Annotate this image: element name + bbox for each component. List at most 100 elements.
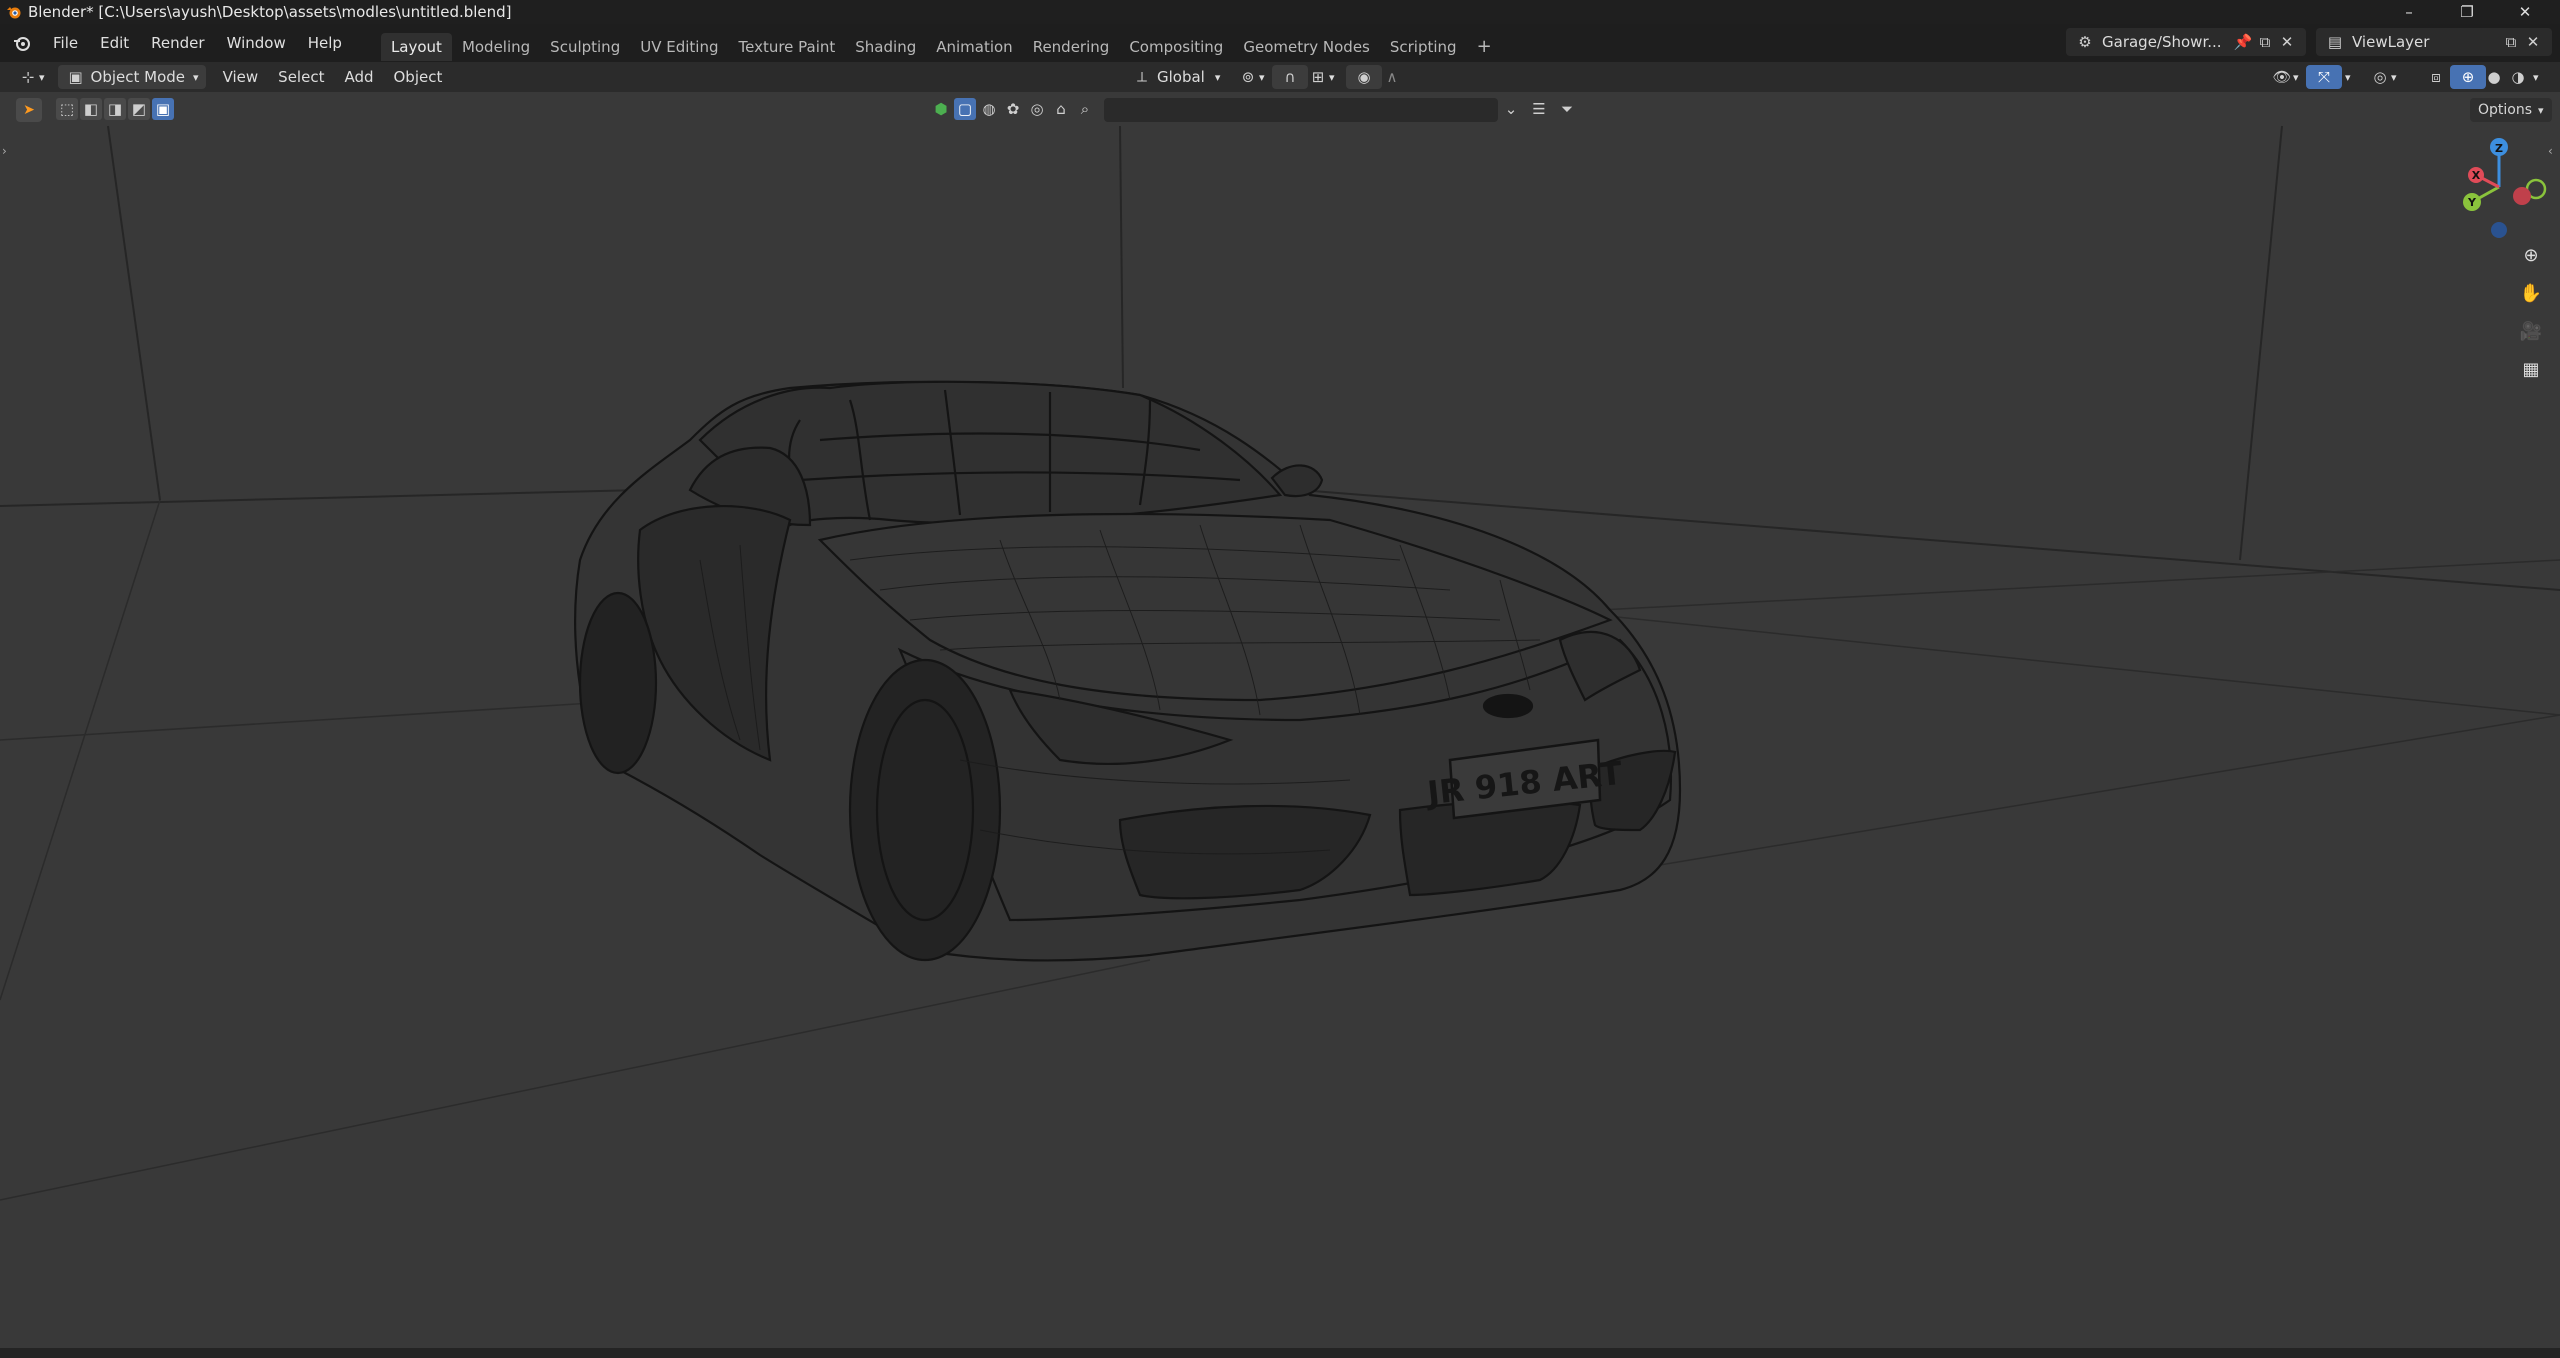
window-title-text: Blender* [C:\Users\ayush\Desktop\assets\…: [28, 3, 512, 21]
select-extend-icon[interactable]: ◧: [80, 98, 102, 120]
xray-toggle[interactable]: ⧈: [2418, 65, 2454, 89]
menu-object[interactable]: Object: [387, 65, 450, 89]
ortho-grid-icon: ▦: [2522, 358, 2540, 380]
object-mode-dropdown[interactable]: ▣ Object Mode ▾: [57, 65, 206, 89]
tab-compositing[interactable]: Compositing: [1119, 33, 1233, 61]
3d-viewport[interactable]: JR 918 ART ➤ ⬚ ◧ ◨ ◩ ▣ ⬢ ▢ ◍ ✿ ◎ ⌂ ⌕ ⌄ ☰…: [0, 92, 2560, 1348]
tab-sculpting[interactable]: Sculpting: [540, 33, 630, 61]
snap-increment-icon: ⊞: [1311, 68, 1325, 86]
proportional-icon: ◉: [1357, 68, 1371, 86]
menu-render[interactable]: Render: [140, 24, 215, 62]
scene-selector[interactable]: ⚙ Garage/Showr... 📌 ⧉ ✕: [2066, 28, 2306, 56]
proportional-falloff-dropdown[interactable]: ∧: [1374, 65, 1410, 89]
transform-orientation-dropdown[interactable]: ⟂ Global ▾: [1124, 65, 1227, 89]
cursor-arrow-icon: ➤: [23, 102, 35, 118]
object-mode-label: Object Mode: [90, 68, 186, 86]
sort-icon[interactable]: ☰: [1528, 98, 1550, 120]
tab-animation[interactable]: Animation: [926, 33, 1022, 61]
new-view-layer-icon[interactable]: ⧉: [2500, 31, 2522, 53]
material-filter-icon[interactable]: ◍: [978, 98, 1000, 120]
menu-help[interactable]: Help: [297, 24, 353, 62]
ortho-toggle-button[interactable]: ▦: [2516, 354, 2546, 384]
car-wireframe: [574, 380, 1682, 962]
scene-name: Garage/Showr...: [2102, 33, 2222, 51]
minimize-button[interactable]: –: [2382, 0, 2436, 24]
menu-add[interactable]: Add: [337, 65, 380, 89]
shading-dropdown[interactable]: ▾: [2526, 65, 2546, 89]
select-box-tool-icon[interactable]: ⬚: [56, 98, 78, 120]
new-scene-icon[interactable]: ⧉: [2254, 31, 2276, 53]
tab-geometry-nodes[interactable]: Geometry Nodes: [1233, 33, 1380, 61]
options-label: Options: [2478, 102, 2533, 118]
menu-view[interactable]: View: [216, 65, 266, 89]
tab-modeling[interactable]: Modeling: [452, 33, 540, 61]
object-mode-icon: ▣: [68, 68, 83, 86]
close-window-button[interactable]: ✕: [2498, 0, 2552, 24]
gizmo-y-label: Y: [2467, 196, 2477, 209]
orientation-icon: ⟂: [1136, 68, 1147, 86]
visibility-dropdown[interactable]: 👁 ▾: [2264, 65, 2306, 89]
tab-shading[interactable]: Shading: [845, 33, 926, 61]
add-workspace-button[interactable]: +: [1467, 33, 1502, 61]
pivot-point-dropdown[interactable]: ⊚ ▾: [1230, 65, 1272, 89]
mesh-filter-icon[interactable]: ⬢: [930, 98, 952, 120]
zoom-icon: ⊕: [2523, 244, 2539, 266]
editor-type-button[interactable]: ⊹ ▾: [10, 65, 52, 89]
select-subtract-icon[interactable]: ◨: [104, 98, 126, 120]
hand-pan-icon: ✋: [2519, 282, 2543, 304]
light-filter-icon[interactable]: ✿: [1002, 98, 1024, 120]
gizmo-icon: ⤧: [2317, 68, 2330, 86]
toolbar-expand-icon[interactable]: ›: [2, 144, 7, 158]
remove-scene-icon[interactable]: ✕: [2276, 31, 2298, 53]
remove-view-layer-icon[interactable]: ✕: [2522, 31, 2544, 53]
chevron-down-icon: ▾: [193, 70, 199, 84]
snap-target-dropdown[interactable]: ⊞ ▾: [1300, 65, 1342, 89]
scene-icon: ⚙: [2078, 33, 2092, 51]
menu-file[interactable]: File: [42, 24, 89, 62]
pan-view-button[interactable]: ✋: [2516, 278, 2546, 308]
gizmo-z-label: Z: [2495, 142, 2503, 155]
xray-icon: ⧈: [2431, 68, 2441, 86]
tab-layout[interactable]: Layout: [380, 33, 452, 61]
filter-controls: ⌄ ☰ ⏷: [1500, 98, 1578, 120]
camera-view-icon: 🎥: [2519, 320, 2543, 342]
world-filter-icon[interactable]: ◎: [1026, 98, 1048, 120]
object-type-filter-group: ⬢ ▢ ◍ ✿ ◎ ⌂ ⌕: [930, 98, 1096, 120]
restore-button[interactable]: ❐: [2440, 0, 2494, 24]
overlays-toggle[interactable]: ◎ ▾: [2362, 65, 2404, 89]
menu-window[interactable]: Window: [216, 24, 297, 62]
eye-icon: 👁: [2272, 68, 2292, 86]
filter-dropdown-icon[interactable]: ⌄: [1500, 98, 1522, 120]
view-layer-selector[interactable]: ▤ ViewLayer ⧉ ✕: [2316, 28, 2552, 56]
gizmo-x-label: X: [2472, 169, 2481, 182]
window-title: Blender* [C:\Users\ayush\Desktop\assets\…: [6, 3, 512, 21]
image-filter-icon[interactable]: ⌂: [1050, 98, 1072, 120]
top-bar: File Edit Render Window Help Layout Mode…: [0, 24, 2560, 62]
tab-uv-editing[interactable]: UV Editing: [630, 33, 728, 61]
tab-rendering[interactable]: Rendering: [1023, 33, 1120, 61]
magnet-icon: ∩: [1284, 68, 1296, 86]
select-invert-icon[interactable]: ◩: [128, 98, 150, 120]
menu-select[interactable]: Select: [271, 65, 331, 89]
filter-icon[interactable]: ⏷: [1556, 98, 1578, 120]
tab-scripting[interactable]: Scripting: [1380, 33, 1467, 61]
tab-texture-paint[interactable]: Texture Paint: [728, 33, 845, 61]
zoom-view-button[interactable]: ⊕: [2516, 240, 2546, 270]
view-layer-name: ViewLayer: [2352, 33, 2430, 51]
navigation-gizmo[interactable]: Z Y X: [2444, 132, 2554, 242]
falloff-icon: ∧: [1386, 68, 1398, 86]
select-tool-button[interactable]: ➤: [16, 98, 42, 122]
options-dropdown[interactable]: Options ▾: [2470, 98, 2552, 122]
menu-edit[interactable]: Edit: [89, 24, 140, 62]
select-intersect-icon[interactable]: ▣: [152, 98, 174, 120]
search-input[interactable]: [1104, 98, 1498, 122]
gizmo-toggle[interactable]: ⤧: [2306, 65, 2342, 89]
blender-menu-icon[interactable]: [10, 32, 34, 54]
object-filter-icon[interactable]: ▢: [954, 98, 976, 120]
viewport-header: ⊹ ▾ ▣ Object Mode ▾ View Select Add Objec…: [0, 62, 2560, 92]
camera-view-button[interactable]: 🎥: [2516, 316, 2546, 346]
gizmo-dropdown[interactable]: ▾: [2338, 65, 2358, 89]
view-layer-icon: ▤: [2327, 33, 2343, 51]
pivot-icon: ⊚: [1241, 68, 1255, 86]
pin-icon[interactable]: 📌: [2232, 31, 2254, 53]
